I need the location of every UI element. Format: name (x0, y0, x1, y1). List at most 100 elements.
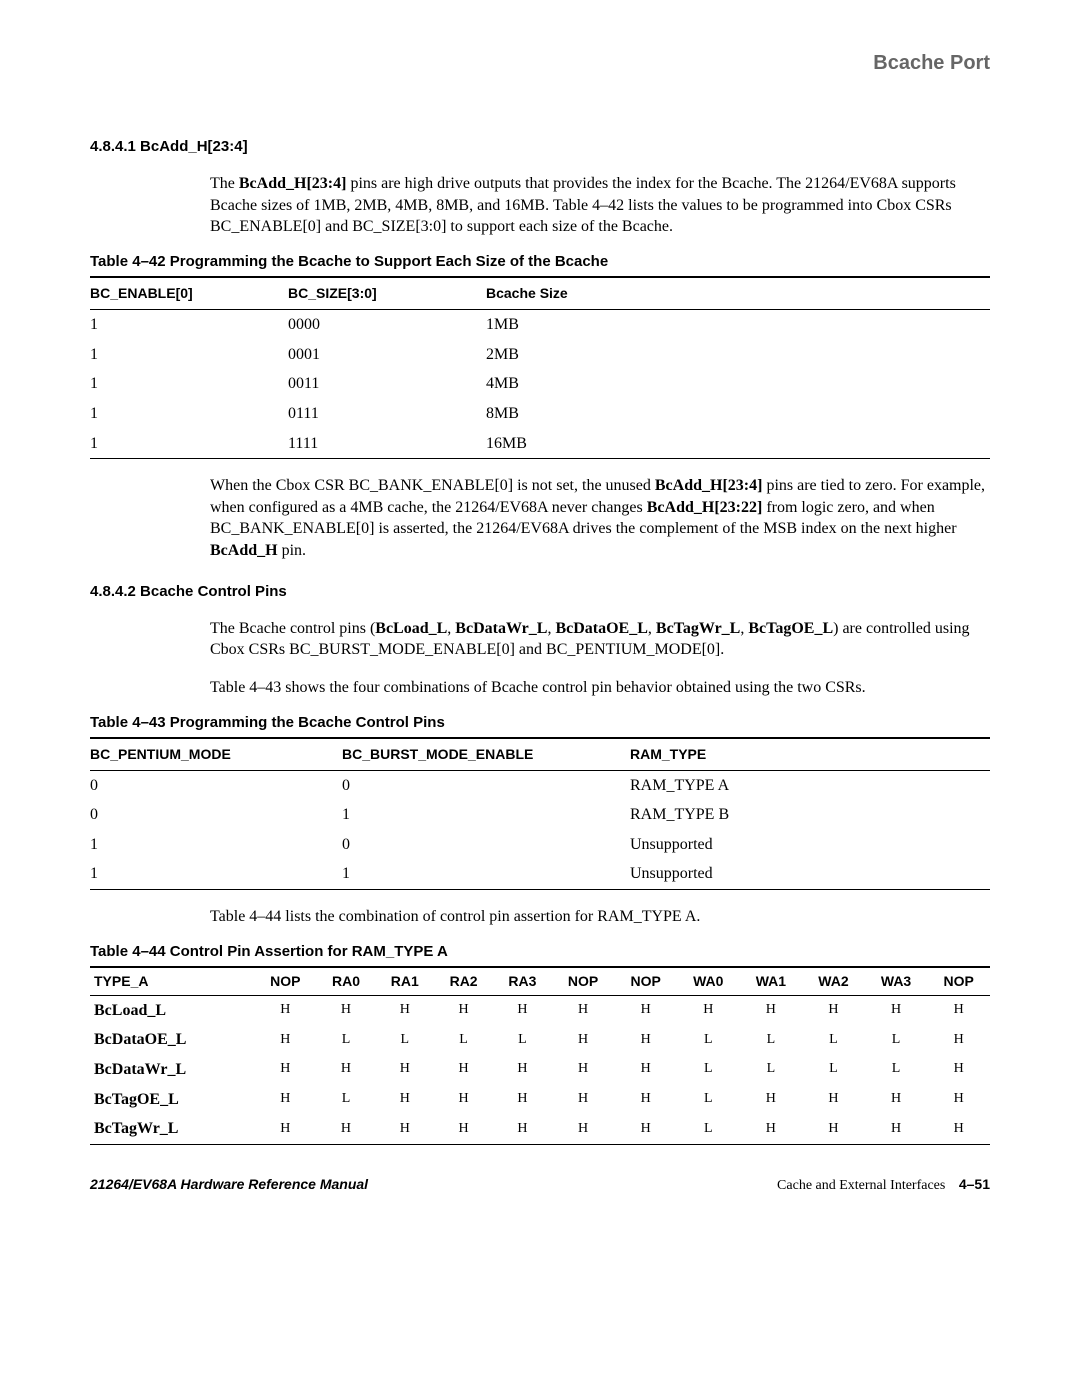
table-cell: 0 (90, 770, 342, 800)
text: pin. (278, 542, 306, 559)
table-cell: H (552, 1055, 615, 1085)
table-cell: H (434, 995, 493, 1025)
table-row: 10Unsupported (90, 830, 990, 860)
footer-chapter-page: Cache and External Interfaces 4–51 (777, 1175, 990, 1196)
text: The (210, 175, 239, 192)
table-cell: 0 (342, 830, 630, 860)
text: , (648, 620, 656, 637)
table-cell: H (375, 1114, 434, 1144)
col-header: BC_PENTIUM_MODE (90, 739, 342, 770)
table-cell: 1 (342, 859, 630, 889)
table-cell: H (614, 1055, 677, 1085)
col-header: Bcache Size (486, 278, 990, 309)
table-cell: H (802, 1085, 865, 1115)
bold-signal-name: BcAdd_H[23:4] (655, 477, 763, 494)
table-cell: H (254, 1114, 317, 1144)
table-cell: 1 (90, 399, 288, 429)
table-cell: 0001 (288, 340, 486, 370)
table-cell: L (802, 1055, 865, 1085)
table-cell: Unsupported (630, 859, 990, 889)
section-4-8-4-2-heading: 4.8.4.2 Bcache Control Pins (90, 582, 990, 602)
table-cell: 1 (342, 800, 630, 830)
footer-chapter: Cache and External Interfaces (777, 1178, 945, 1193)
table-cell: H (434, 1085, 493, 1115)
table-cell: RAM_TYPE B (630, 800, 990, 830)
col-header: NOP (254, 968, 317, 995)
table-cell: 4MB (486, 369, 990, 399)
table-cell: L (740, 1055, 803, 1085)
table-cell: 0000 (288, 310, 486, 340)
table-cell: L (865, 1055, 928, 1085)
footer-manual-title: 21264/EV68A Hardware Reference Manual (90, 1175, 368, 1196)
table-cell: L (802, 1025, 865, 1055)
table-4-43-caption: Table 4–43 Programming the Bcache Contro… (90, 713, 990, 739)
bold-signal-name: BcLoad_L (375, 620, 447, 637)
table-4-44: TYPE_ANOPRA0RA1RA2RA3NOPNOPWA0WA1WA2WA3N… (90, 968, 990, 1145)
table-cell: BcDataWr_L (90, 1055, 254, 1085)
table-cell: BcDataOE_L (90, 1025, 254, 1055)
col-header: TYPE_A (90, 968, 254, 995)
table-cell: H (865, 1114, 928, 1144)
bold-signal-name: BcAdd_H[23:22] (647, 499, 763, 516)
table-cell: H (552, 995, 615, 1025)
table-cell: 1 (90, 340, 288, 370)
col-header: WA2 (802, 968, 865, 995)
table-cell: H (317, 1055, 376, 1085)
table-4-44-caption: Table 4–44 Control Pin Assertion for RAM… (90, 942, 990, 968)
table-cell: BcTagWr_L (90, 1114, 254, 1144)
table-cell: H (865, 995, 928, 1025)
text: When the Cbox CSR BC_BANK_ENABLE[0] is n… (210, 477, 655, 494)
table-cell: H (865, 1085, 928, 1115)
table-cell: H (552, 1025, 615, 1055)
table-cell: 1 (90, 429, 288, 459)
table-cell: 1 (90, 830, 342, 860)
page-header-title: Bcache Port (90, 50, 990, 77)
col-header: NOP (927, 968, 990, 995)
table-4-43: BC_PENTIUM_MODE BC_BURST_MODE_ENABLE RAM… (90, 739, 990, 890)
table-cell: H (614, 1025, 677, 1055)
table-cell: H (254, 1025, 317, 1055)
table-4-42: BC_ENABLE[0] BC_SIZE[3:0] Bcache Size 10… (90, 278, 990, 459)
col-header: NOP (614, 968, 677, 995)
table-row: BcLoad_LHHHHHHHHHHHH (90, 995, 990, 1025)
table-row: BcTagWr_LHHHHHHHLHHHH (90, 1114, 990, 1144)
table-cell: H (552, 1085, 615, 1115)
table-row: 100001MB (90, 310, 990, 340)
table-cell: Unsupported (630, 830, 990, 860)
table-row: 01RAM_TYPE B (90, 800, 990, 830)
bold-signal-name: BcDataOE_L (555, 620, 647, 637)
col-header: RAM_TYPE (630, 739, 990, 770)
table-row: BcDataWr_LHHHHHHHLLLLH (90, 1055, 990, 1085)
col-header: WA3 (865, 968, 928, 995)
section2-paragraph1: The Bcache control pins (BcLoad_L, BcDat… (210, 618, 990, 661)
table-cell: H (254, 1085, 317, 1115)
table-cell: L (317, 1085, 376, 1115)
table-cell: L (677, 1055, 740, 1085)
table-cell: H (927, 995, 990, 1025)
table-row: 101118MB (90, 399, 990, 429)
col-header: NOP (552, 968, 615, 995)
table-cell: H (317, 1114, 376, 1144)
table-cell: L (677, 1114, 740, 1144)
bold-signal-name: BcAdd_H (210, 542, 278, 559)
table-cell: H (927, 1055, 990, 1085)
table-cell: L (865, 1025, 928, 1055)
table-cell: 2MB (486, 340, 990, 370)
table-cell: H (493, 995, 552, 1025)
table-cell: 1 (90, 859, 342, 889)
table-4-42-caption: Table 4–42 Programming the Bcache to Sup… (90, 252, 990, 278)
table-cell: RAM_TYPE A (630, 770, 990, 800)
table-cell: 16MB (486, 429, 990, 459)
table-cell: 8MB (486, 399, 990, 429)
col-header: RA0 (317, 968, 376, 995)
col-header: BC_BURST_MODE_ENABLE (342, 739, 630, 770)
section1b-paragraph: When the Cbox CSR BC_BANK_ENABLE[0] is n… (210, 475, 990, 561)
col-header: RA1 (375, 968, 434, 995)
table-row: 100114MB (90, 369, 990, 399)
table-cell: H (677, 995, 740, 1025)
table-cell: H (434, 1114, 493, 1144)
table-cell: H (740, 995, 803, 1025)
col-header: BC_ENABLE[0] (90, 278, 288, 309)
table-row: 00RAM_TYPE A (90, 770, 990, 800)
table-cell: BcLoad_L (90, 995, 254, 1025)
